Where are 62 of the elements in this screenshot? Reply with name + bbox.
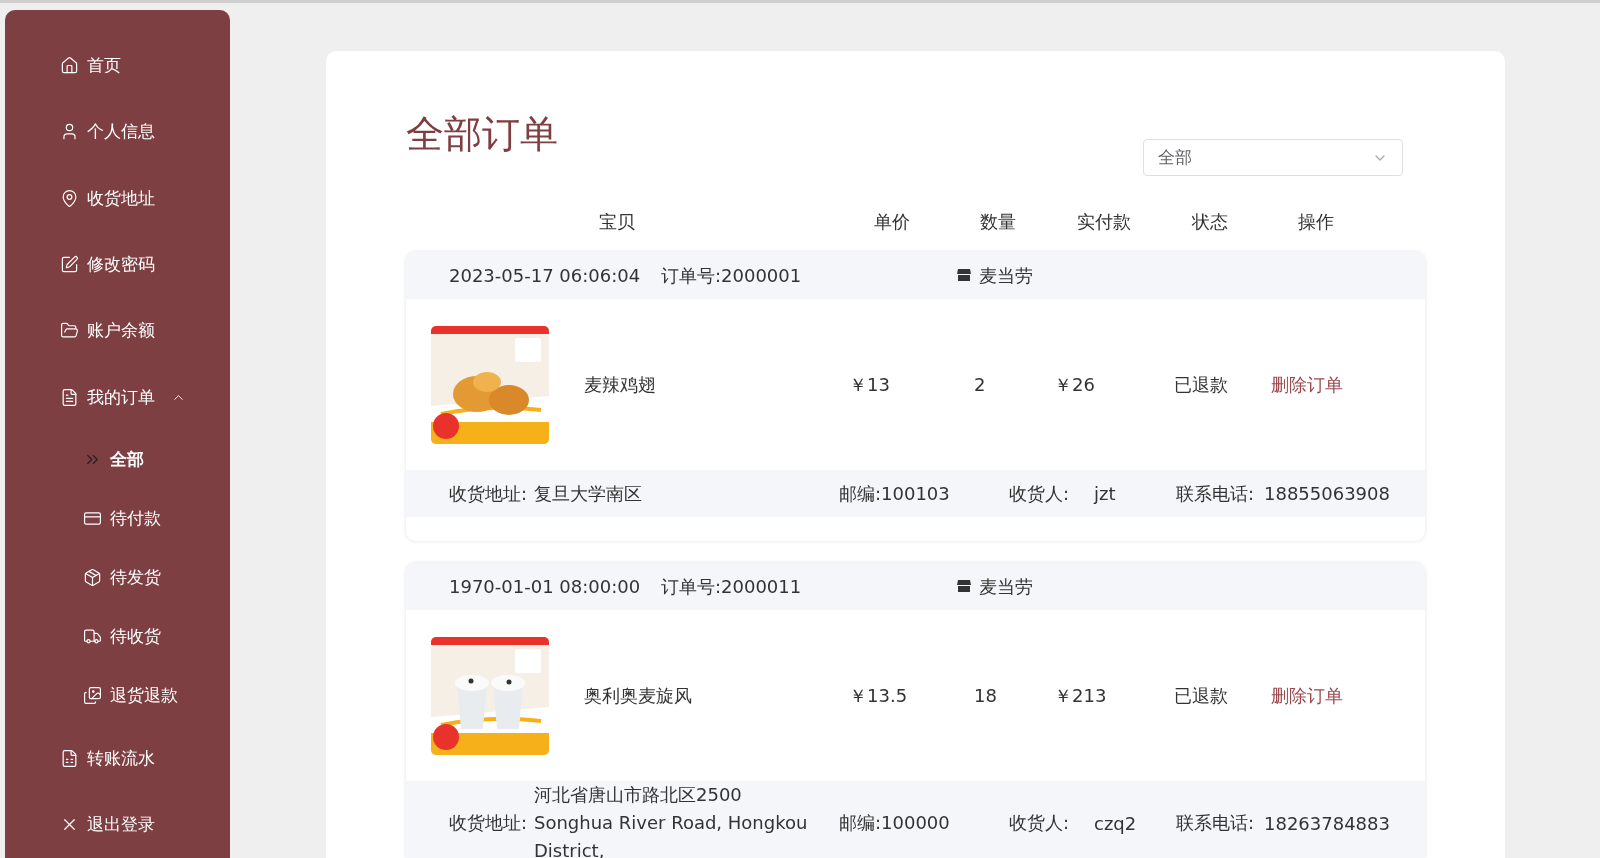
phone-number: 18855063908 <box>1264 483 1390 504</box>
status-select[interactable]: 全部 <box>1143 139 1403 176</box>
sidebar-item[interactable]: 账户余额 <box>5 297 230 365</box>
receiver-label: 收货人: <box>1009 811 1071 835</box>
column-header: 实付款 <box>1076 210 1132 234</box>
quantity: 2 <box>974 374 987 395</box>
store-name: 麦当劳 <box>979 574 1033 599</box>
phone-label: 联系电话: <box>1176 481 1256 506</box>
zip-code: 邮编:100000 <box>839 811 951 835</box>
paid-amount: ￥26 <box>1054 372 1096 397</box>
sidebar-subitem[interactable]: 待发货 <box>5 548 230 608</box>
delete-order-link[interactable]: 删除订单 <box>1271 683 1425 708</box>
order-status: 已退款 <box>1174 372 1229 397</box>
map-pin-icon <box>60 188 79 208</box>
quantity: 18 <box>974 685 998 706</box>
zip-code: 邮编:100103 <box>839 481 951 506</box>
delete-order-link[interactable]: 删除订单 <box>1271 372 1425 397</box>
address-value: 复旦大学南区 <box>534 481 643 506</box>
page-title: 全部订单 <box>406 111 558 158</box>
product-name: 麦辣鸡翅 <box>584 372 657 397</box>
address-label: 收货地址: <box>449 481 529 506</box>
document-icon <box>60 748 79 768</box>
product-name: 奥利奥麦旋风 <box>584 683 693 708</box>
column-header: 单价 <box>873 210 911 234</box>
sidebar-item[interactable]: 转账流水 <box>5 725 230 792</box>
sidebar-item[interactable]: 收货地址 <box>5 164 230 232</box>
store-icon <box>957 580 971 593</box>
sidebar-item[interactable]: 我的订单 <box>5 364 230 431</box>
sidebar-item[interactable]: 修改密码 <box>5 231 230 298</box>
order-time: 2023-05-17 06:06:04 <box>449 265 642 286</box>
address-label: 收货地址: <box>449 811 529 835</box>
order-status: 已退款 <box>1174 683 1229 708</box>
order-number: 订单号:2000001 <box>661 263 803 288</box>
sidebar-subitem[interactable]: 退货退款 <box>5 666 230 726</box>
phone-number: 18263784883 <box>1264 812 1390 834</box>
photo-icon <box>83 686 102 706</box>
sidebar-subitem[interactable]: 全部 <box>5 430 230 490</box>
receiver-name: jzt <box>1094 483 1117 504</box>
paid-amount: ￥213 <box>1054 683 1108 708</box>
home-icon <box>60 55 79 75</box>
store-name: 麦当劳 <box>979 263 1033 288</box>
document-icon <box>60 387 79 407</box>
unit-price: ￥13 <box>849 372 891 397</box>
sidebar-item[interactable]: 退出登录 <box>5 791 230 858</box>
phone-label: 联系电话: <box>1176 811 1256 835</box>
sidebar-subitem[interactable]: 待付款 <box>5 489 230 549</box>
user-icon <box>60 122 79 142</box>
receiver-label: 收货人: <box>1009 481 1071 506</box>
order-number: 订单号:2000011 <box>661 574 803 599</box>
column-header: 宝贝 <box>598 210 636 234</box>
unit-price: ￥13.5 <box>849 683 909 708</box>
package-icon <box>83 568 102 588</box>
column-header: 操作 <box>1297 210 1335 234</box>
sidebar-item[interactable]: 首页 <box>5 32 230 99</box>
sidebar-subitem[interactable]: 待收货 <box>5 607 230 667</box>
column-header: 状态 <box>1191 210 1229 234</box>
order-time: 1970-01-01 08:00:00 <box>449 576 642 597</box>
column-header: 数量 <box>979 210 1017 234</box>
sidebar-item[interactable]: 个人信息 <box>5 98 230 165</box>
receiver-name: czq2 <box>1094 812 1138 834</box>
store-icon <box>957 269 971 282</box>
edit-icon <box>60 254 79 274</box>
